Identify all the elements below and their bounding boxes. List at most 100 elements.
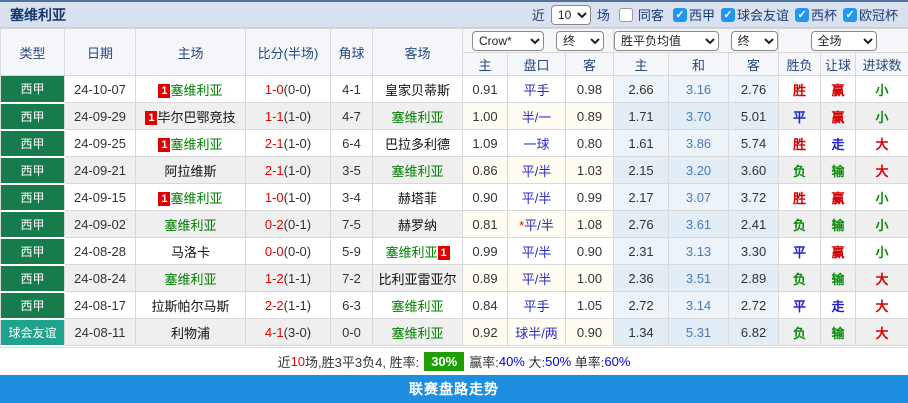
handicap-cell: 一球 <box>508 130 566 157</box>
halftime-score: (1-0) <box>284 190 311 205</box>
halftime-score: (1-1) <box>284 298 311 313</box>
match-date-cell: 24-10-07 <box>65 76 136 103</box>
match-type-cell: 西甲 <box>1 184 65 211</box>
home-team-cell: 1塞维利亚 <box>136 76 246 103</box>
away-team-cell: 皇家贝蒂斯 <box>373 76 463 103</box>
league-filter-item: 西甲 <box>667 5 715 24</box>
away-team-name[interactable]: 塞维利亚 <box>391 299 443 314</box>
result-cell: 平 <box>779 292 821 319</box>
away-team-cell: 塞维利亚1 <box>373 238 463 265</box>
match-date-cell: 24-09-21 <box>65 157 136 184</box>
handicap-result-cell: 走 <box>821 130 856 157</box>
home-team-name[interactable]: 马洛卡 <box>171 245 210 260</box>
handicap-cell: 平/半 <box>508 157 566 184</box>
away-team-name[interactable]: 赫罗纳 <box>398 218 437 233</box>
col-header-goals: 进球数 <box>856 53 908 76</box>
summary-text: 近 <box>278 352 291 371</box>
avg-draw-cell: 3.16 <box>669 76 729 103</box>
home-odds-cell: 0.92 <box>463 319 508 346</box>
away-team-name[interactable]: 塞维利亚 <box>391 326 443 341</box>
odds-company-select[interactable]: Crow* <box>472 31 544 51</box>
col-header-avg-draw: 和 <box>669 53 729 76</box>
away-team-cell: 塞维利亚 <box>373 292 463 319</box>
league-checkbox[interactable] <box>795 8 809 22</box>
handicap-result-cell: 赢 <box>821 103 856 130</box>
handicap-result-cell: 输 <box>821 319 856 346</box>
home-team-name[interactable]: 塞维利亚 <box>170 83 222 98</box>
avg-draw-cell: 3.14 <box>669 292 729 319</box>
goals-result-cell: 小 <box>856 238 908 265</box>
score-cell: 2-2(1-1) <box>246 292 331 319</box>
match-type-cell: 西甲 <box>1 130 65 157</box>
col-header-handicap-result: 让球 <box>821 53 856 76</box>
away-team-name[interactable]: 塞维利亚 <box>391 164 443 179</box>
league-checkbox[interactable] <box>673 8 687 22</box>
away-team-name[interactable]: 塞维利亚 <box>385 245 437 260</box>
avg-draw-cell: 3.61 <box>669 211 729 238</box>
red-card-badge: 1 <box>438 246 450 260</box>
result-cell: 平 <box>779 103 821 130</box>
handicap-cell: 球半/两 <box>508 319 566 346</box>
odds-final-select[interactable]: 终 <box>556 31 604 51</box>
result-cell: 胜 <box>779 130 821 157</box>
avg-away-cell: 5.01 <box>729 103 779 130</box>
away-team-name[interactable]: 赫塔菲 <box>398 191 437 206</box>
same-away-checkbox[interactable] <box>619 8 633 22</box>
away-odds-cell: 1.00 <box>566 265 614 292</box>
scope-select[interactable]: 全场 <box>811 31 877 51</box>
league-checkbox[interactable] <box>843 8 857 22</box>
league-filter-item: 球会友谊 <box>715 5 789 24</box>
goals-result-cell: 大 <box>856 265 908 292</box>
handicap-value: 平/半 <box>522 164 552 179</box>
goals-result-cell: 大 <box>856 157 908 184</box>
away-odds-cell: 0.98 <box>566 76 614 103</box>
home-team-name[interactable]: 毕尔巴鄂竞技 <box>157 110 235 125</box>
team-header-bar: 塞维利亚 近 10 场 同客 西甲球会友谊西杯欧冠杯 <box>0 0 908 28</box>
avg-away-cell: 5.74 <box>729 130 779 157</box>
handicap-value: 平手 <box>523 83 549 98</box>
away-team-name[interactable]: 巴拉多利德 <box>385 137 450 152</box>
score-cell: 1-2(1-1) <box>246 265 331 292</box>
home-team-name[interactable]: 拉斯帕尔马斯 <box>151 299 229 314</box>
recent-count-select[interactable]: 10 <box>551 5 591 25</box>
match-date-cell: 24-08-28 <box>65 238 136 265</box>
score-cell: 0-0(0-0) <box>246 238 331 265</box>
league-checkbox[interactable] <box>721 8 735 22</box>
avg-type-select[interactable]: 胜平负均值 <box>614 31 719 51</box>
avg-home-cell: 1.34 <box>614 319 669 346</box>
away-team-name[interactable]: 皇家贝蒂斯 <box>385 83 450 98</box>
home-team-cell: 塞维利亚 <box>136 265 246 292</box>
score-cell: 2-1(1-0) <box>246 157 331 184</box>
home-team-name[interactable]: 塞维利亚 <box>170 191 222 206</box>
avg-final-select[interactable]: 终 <box>731 31 778 51</box>
score-cell: 0-2(0-1) <box>246 211 331 238</box>
league-label: 西杯 <box>811 5 837 24</box>
goals-result-cell: 小 <box>856 76 908 103</box>
home-team-name[interactable]: 塞维利亚 <box>164 272 216 287</box>
col-header-result: 胜负 <box>779 53 821 76</box>
avg-home-cell: 2.17 <box>614 184 669 211</box>
halftime-score: (0-0) <box>284 244 311 259</box>
match-type-cell: 西甲 <box>1 265 65 292</box>
avg-draw-cell: 3.86 <box>669 130 729 157</box>
match-row: 西甲 24-08-24 塞维利亚 1-2(1-1) 7-2 比利亚雷亚尔 0.8… <box>1 265 908 292</box>
away-team-name[interactable]: 比利亚雷亚尔 <box>378 272 456 287</box>
match-row: 西甲 24-08-17 拉斯帕尔马斯 2-2(1-1) 6-3 塞维利亚 0.8… <box>1 292 908 319</box>
home-team-name[interactable]: 利物浦 <box>171 326 210 341</box>
home-odds-cell: 0.90 <box>463 184 508 211</box>
home-odds-cell: 1.09 <box>463 130 508 157</box>
table-header-controls-row: 类型 日期 主场 比分(半场) 角球 客场 Crow* 终 胜 <box>1 29 908 53</box>
league-label: 欧冠杯 <box>859 5 898 24</box>
league-filter-item: 欧冠杯 <box>837 5 898 24</box>
home-team-name[interactable]: 塞维利亚 <box>170 137 222 152</box>
match-type-cell: 西甲 <box>1 238 65 265</box>
result-cell: 胜 <box>779 76 821 103</box>
home-team-name[interactable]: 塞维利亚 <box>164 218 216 233</box>
home-team-name[interactable]: 阿拉维斯 <box>164 164 216 179</box>
home-odds-cell: 0.81 <box>463 211 508 238</box>
home-team-cell: 塞维利亚 <box>136 211 246 238</box>
away-odds-cell: 0.89 <box>566 103 614 130</box>
corner-cell: 5-9 <box>331 238 373 265</box>
away-team-name[interactable]: 塞维利亚 <box>391 110 443 125</box>
away-odds-cell: 1.03 <box>566 157 614 184</box>
